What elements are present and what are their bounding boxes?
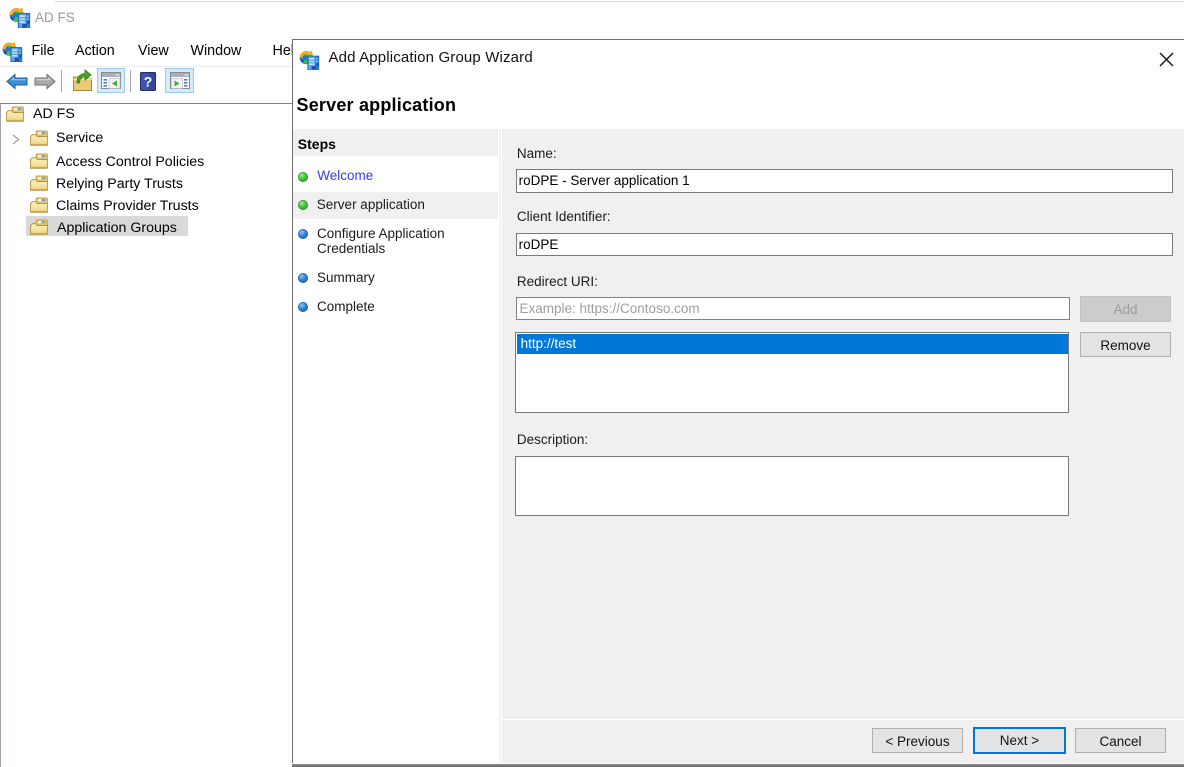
svg-text:?: ? — [144, 73, 153, 89]
